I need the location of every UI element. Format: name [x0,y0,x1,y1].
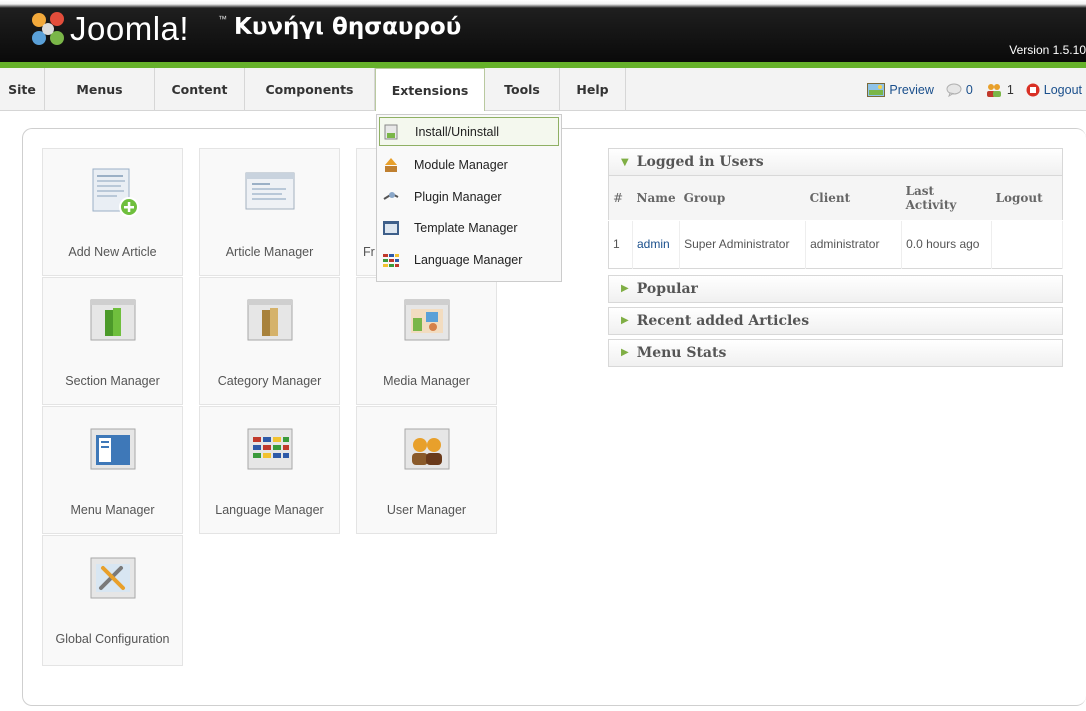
menu-menus[interactable]: Menus [45,68,155,111]
menu-manager-label: Menu Manager [70,503,155,517]
quickicon-language-manager[interactable]: Language Manager [199,406,340,534]
collapsed-arrow-icon: ▶ [621,347,629,358]
preview-icon [867,82,886,97]
cell-user-name-link[interactable]: admin [632,220,681,268]
section-manager-icon [90,299,135,341]
collapsed-arrow-icon: ▶ [621,315,629,326]
panel-popular-header[interactable]: ▶ Popular [608,274,1063,303]
category-manager-label: Category Manager [217,374,322,388]
quickicon-category-manager[interactable]: Category Manager [199,277,340,405]
menu-site[interactable]: Site [0,68,45,111]
menu-extensions[interactable]: Extensions [375,68,485,111]
dropdown-plugin-label: Plugin Manager [414,189,502,204]
extensions-dropdown: Install/Uninstall Module Manager Plugin … [376,114,562,282]
col-number: # [608,176,633,221]
panel-logged-in-users-header[interactable]: ▼ Logged in Users [608,148,1063,176]
col-last-activity: Last Activity [901,176,992,221]
cell-number: 1 [608,220,633,268]
table-row: 1 admin Super Administrator administrato… [608,220,1063,268]
panel-recent-articles-header[interactable]: ▶ Recent added Articles [608,306,1063,335]
dropdown-install-uninstall[interactable]: Install/Uninstall [379,117,559,146]
user-manager-icon [404,428,449,470]
main-menu-bar: Site Menus Content Components Extensions… [0,68,1086,111]
category-manager-icon [247,299,292,341]
quickicon-user-manager[interactable]: User Manager [356,406,497,534]
cell-client: administrator [805,220,903,268]
logout-icon [1026,83,1040,96]
logout-link[interactable]: Logout [1026,83,1082,97]
panel-menu-stats-header[interactable]: ▶ Menu Stats [608,338,1063,367]
preview-link[interactable]: Preview [867,82,934,97]
language-manager-icon [247,428,292,470]
joomla-logo-text: Joomla! [70,10,190,47]
collapsed-arrow-icon: ▶ [621,283,629,294]
quickicon-global-configuration[interactable]: Global Configuration [42,535,183,666]
dropdown-module-manager[interactable]: Module Manager [379,150,559,179]
article-manager-icon [245,172,294,210]
messages-icon [946,83,962,97]
col-logout: Logout [991,176,1063,221]
add-article-label: Add New Article [68,245,157,259]
cell-last-activity: 0.0 hours ago [901,220,993,268]
header-bar: Joomla! ™ Κυνήγι θησαυρού Version 1.5.10 [0,0,1086,68]
add-article-icon [92,168,139,217]
site-title: Κυνήγι θησαυρού [234,14,462,40]
quickicon-menu-manager[interactable]: Menu Manager [42,406,183,534]
dropdown-template-manager[interactable]: Template Manager [379,213,559,242]
language-icon [383,253,399,267]
preview-label: Preview [889,82,934,97]
logged-in-users-table: # Name Group Client Last Activity Logout… [608,176,1063,269]
panel-popular-title: Popular [636,280,698,297]
global-configuration-icon [90,557,135,599]
menu-manager-icon [90,428,135,470]
panel-menu-stats-title: Menu Stats [636,344,727,361]
quickicon-article-manager[interactable]: Article Manager [199,148,340,276]
logout-label: Logout [1043,82,1082,97]
users-online: 1 [985,83,1014,97]
quickicon-media-manager[interactable]: Media Manager [356,277,497,405]
panel-logged-in-users-title: Logged in Users [636,154,764,170]
plugin-icon [383,191,399,200]
user-manager-label: User Manager [386,503,467,517]
dropdown-install-label: Install/Uninstall [415,124,500,139]
article-manager-label: Article Manager [225,245,314,259]
users-online-label: 1 [1006,82,1014,97]
menu-tools[interactable]: Tools [485,68,560,111]
table-header-row: # Name Group Client Last Activity Logout [608,176,1063,221]
dropdown-module-label: Module Manager [414,157,508,172]
version-label: Version 1.5.10 [1009,43,1086,57]
messages-count-label: 0 [965,82,973,97]
status-area: Preview 0 1 Logout [867,68,1082,111]
template-icon [383,220,399,235]
module-icon [385,157,397,172]
global-configuration-label: Global Configuration [55,632,170,646]
col-group: Group [679,176,806,221]
dropdown-template-label: Template Manager [414,220,518,235]
joomla-logo-icon [32,12,64,45]
section-manager-label: Section Manager [65,374,160,388]
users-icon [986,83,1001,97]
quickicon-add-article[interactable]: Add New Article [42,148,183,276]
col-client: Client [805,176,902,221]
install-icon [384,124,398,139]
menu-help[interactable]: Help [560,68,626,111]
cell-logout[interactable] [991,220,1063,268]
dropdown-plugin-manager[interactable]: Plugin Manager [379,182,559,211]
dropdown-language-label: Language Manager [414,252,523,267]
panel-recent-articles-title: Recent added Articles [636,312,810,329]
cell-group: Super Administrator [679,220,807,268]
quickicon-section-manager[interactable]: Section Manager [42,277,183,405]
module-panels: ▼ Logged in Users # Name Group Client La… [608,148,1063,371]
menu-content[interactable]: Content [155,68,245,111]
media-manager-icon [404,299,449,341]
dropdown-language-manager[interactable]: Language Manager [379,245,559,274]
messages-count[interactable]: 0 [946,83,973,97]
col-name: Name [632,176,680,221]
menu-components[interactable]: Components [245,68,375,111]
logo-trademark: ™ [218,14,227,24]
media-manager-label: Media Manager [383,374,470,388]
language-manager-label: Language Manager [215,503,324,517]
expanded-arrow-icon: ▼ [621,156,629,168]
